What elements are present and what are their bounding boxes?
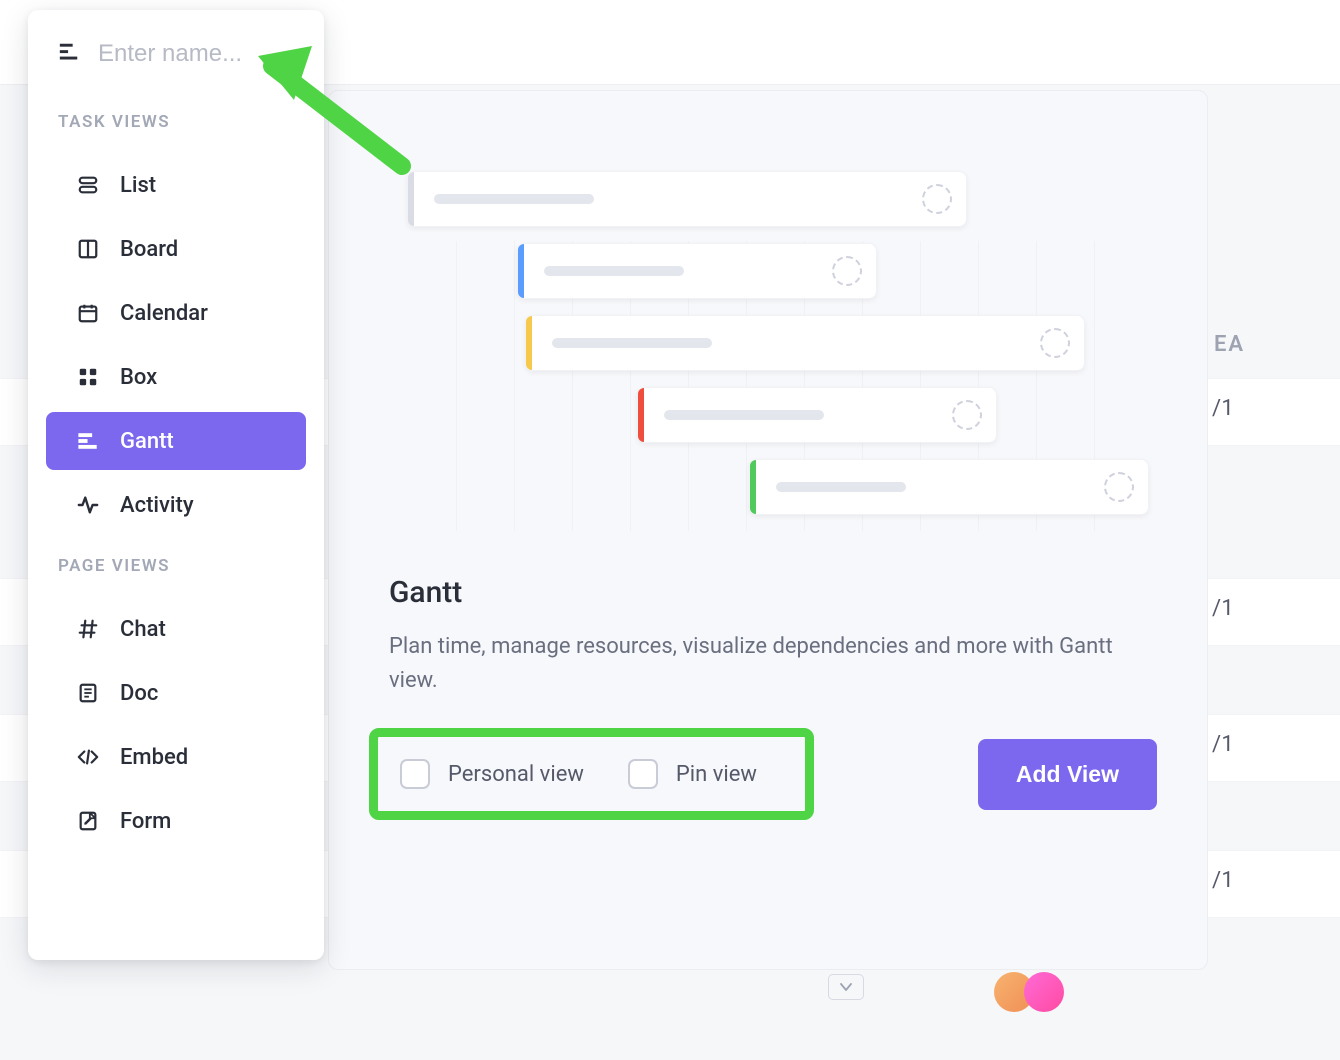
list-icon (76, 173, 100, 197)
gantt-preview-bar (637, 387, 997, 443)
embed-icon (76, 745, 100, 769)
page-view-item-form[interactable]: Form (46, 792, 306, 850)
view-item-label: List (120, 173, 156, 198)
task-view-item-gantt[interactable]: Gantt (46, 412, 306, 470)
gantt-preview-bar (407, 171, 967, 227)
view-item-label: Activity (120, 493, 194, 518)
task-view-item-box[interactable]: Box (46, 348, 306, 406)
view-picker-sidebar: TASK VIEWS List Board Calendar Box Gantt Acti… (28, 10, 324, 960)
pin-view-label: Pin view (676, 762, 757, 787)
box-icon (76, 365, 100, 389)
detail-description: Plan time, manage resources, visualize d… (389, 630, 1147, 698)
avatar (1024, 972, 1064, 1012)
bg-col-header-fragment: EA (1214, 332, 1245, 357)
calendar-icon (76, 301, 100, 325)
page-view-item-embed[interactable]: Embed (46, 728, 306, 786)
form-icon (76, 809, 100, 833)
dropdown-caret-icon[interactable] (828, 974, 864, 1000)
assignee-avatars[interactable] (994, 972, 1064, 1012)
detail-title: Gantt (389, 575, 1147, 610)
page-view-item-doc[interactable]: Doc (46, 664, 306, 722)
detail-options-row: Personal view Pin view Add View (369, 728, 1157, 820)
page-views-section-label: PAGE VIEWS (28, 540, 324, 594)
view-item-label: Form (120, 809, 171, 834)
hash-icon (76, 617, 100, 641)
checkbox-icon (400, 759, 430, 789)
pin-view-checkbox[interactable]: Pin view (628, 759, 757, 789)
gantt-icon (76, 429, 100, 453)
view-item-label: Box (120, 365, 157, 390)
name-row (28, 32, 324, 96)
view-item-label: Calendar (120, 301, 208, 326)
doc-icon (76, 681, 100, 705)
personal-view-label: Personal view (448, 762, 584, 787)
view-item-label: Board (120, 237, 178, 262)
activity-icon (76, 493, 100, 517)
task-view-item-calendar[interactable]: Calendar (46, 284, 306, 342)
board-icon (76, 237, 100, 261)
checkbox-icon (628, 759, 658, 789)
bg-date-fragment: /1 (1212, 596, 1234, 621)
gantt-preview-bar (749, 459, 1149, 515)
options-highlight-box: Personal view Pin view (369, 728, 814, 820)
task-view-item-activity[interactable]: Activity (46, 476, 306, 534)
bg-date-fragment: /1 (1212, 396, 1234, 421)
view-item-label: Doc (120, 681, 158, 706)
view-item-label: Gantt (120, 429, 174, 454)
page-view-item-chat[interactable]: Chat (46, 600, 306, 658)
add-view-button[interactable]: Add View (978, 739, 1157, 810)
gantt-preview (389, 171, 1147, 531)
gantt-preview-bar (525, 315, 1085, 371)
view-item-label: Embed (120, 745, 188, 770)
bg-date-fragment: /1 (1212, 868, 1234, 893)
view-detail-panel: Gantt Plan time, manage resources, visua… (328, 90, 1208, 970)
view-item-label: Chat (120, 617, 166, 642)
gantt-icon (58, 41, 80, 67)
personal-view-checkbox[interactable]: Personal view (400, 759, 584, 789)
task-views-section-label: TASK VIEWS (28, 96, 324, 150)
task-view-item-list[interactable]: List (46, 156, 306, 214)
task-view-item-board[interactable]: Board (46, 220, 306, 278)
bg-date-fragment: /1 (1212, 732, 1234, 757)
view-name-input[interactable] (98, 40, 298, 68)
gantt-preview-bar (517, 243, 877, 299)
